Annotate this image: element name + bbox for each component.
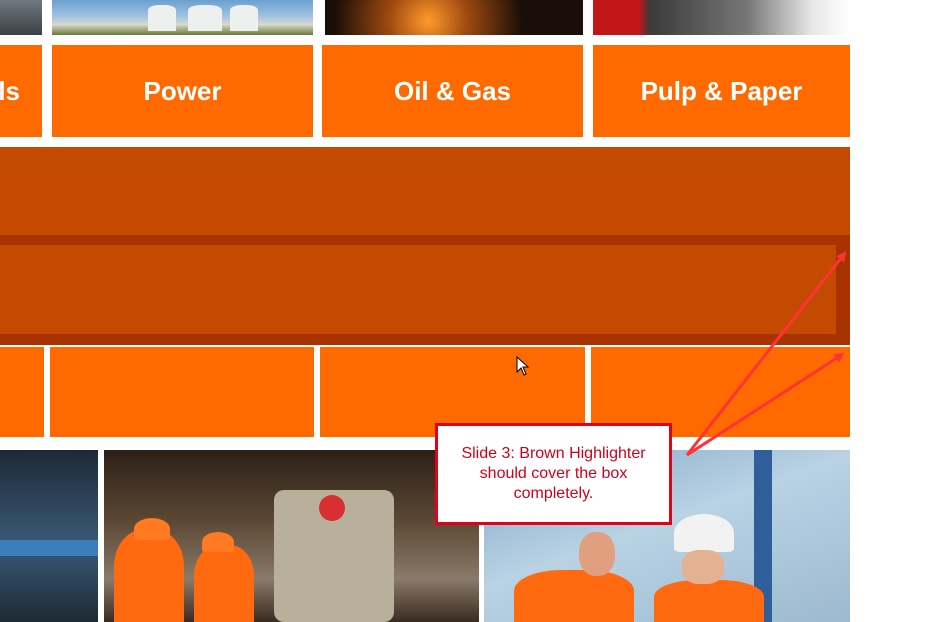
worker-face [579,532,615,576]
mouse-cursor-icon [516,356,530,376]
hard-hat [202,532,234,552]
workers-valve-photo [104,450,479,622]
worker-figure [514,570,634,622]
industry-tile-label: Oil & Gas [393,75,512,106]
industry-photo-1 [0,0,42,35]
industry-tile-label: Power [143,75,222,106]
power-plant-photo [52,0,313,35]
worker-figure [194,545,254,622]
pulp-paper-photo [593,0,850,35]
industry-tile-pulp-paper[interactable]: Pulp & Paper [593,45,850,137]
industry-tile-oil-gas[interactable]: Oil & Gas [322,45,583,137]
pipe [0,540,98,556]
worker-figure [114,530,184,622]
industry-tile-label: Pulp & Paper [640,75,803,106]
worker-face [682,550,724,584]
industry-tile-power[interactable]: Power [52,45,313,137]
hard-hat [674,514,734,552]
industry-tile-partial[interactable]: ls [0,45,42,137]
worker-figure [654,580,764,622]
cooling-tower [230,5,258,31]
brown-highlighter-band [0,147,850,345]
highlighter-box-right-border [836,245,850,334]
annotation-text: Slide 3: Brown Highlighter should cover … [461,445,646,502]
pipes-photo [0,450,98,622]
lower-tile-1[interactable] [0,347,44,437]
hard-hat [134,518,170,540]
lower-tile-2[interactable] [50,347,314,437]
highlighter-box-top-border [0,235,850,245]
annotation-callout: Slide 3: Brown Highlighter should cover … [435,423,672,525]
oil-gas-photo [325,0,583,35]
valve-cap [319,495,345,521]
cooling-tower [148,5,176,31]
highlighter-box-bottom-border [0,334,850,345]
cooling-tower [188,5,222,31]
industry-tile-label: ls [0,75,20,106]
